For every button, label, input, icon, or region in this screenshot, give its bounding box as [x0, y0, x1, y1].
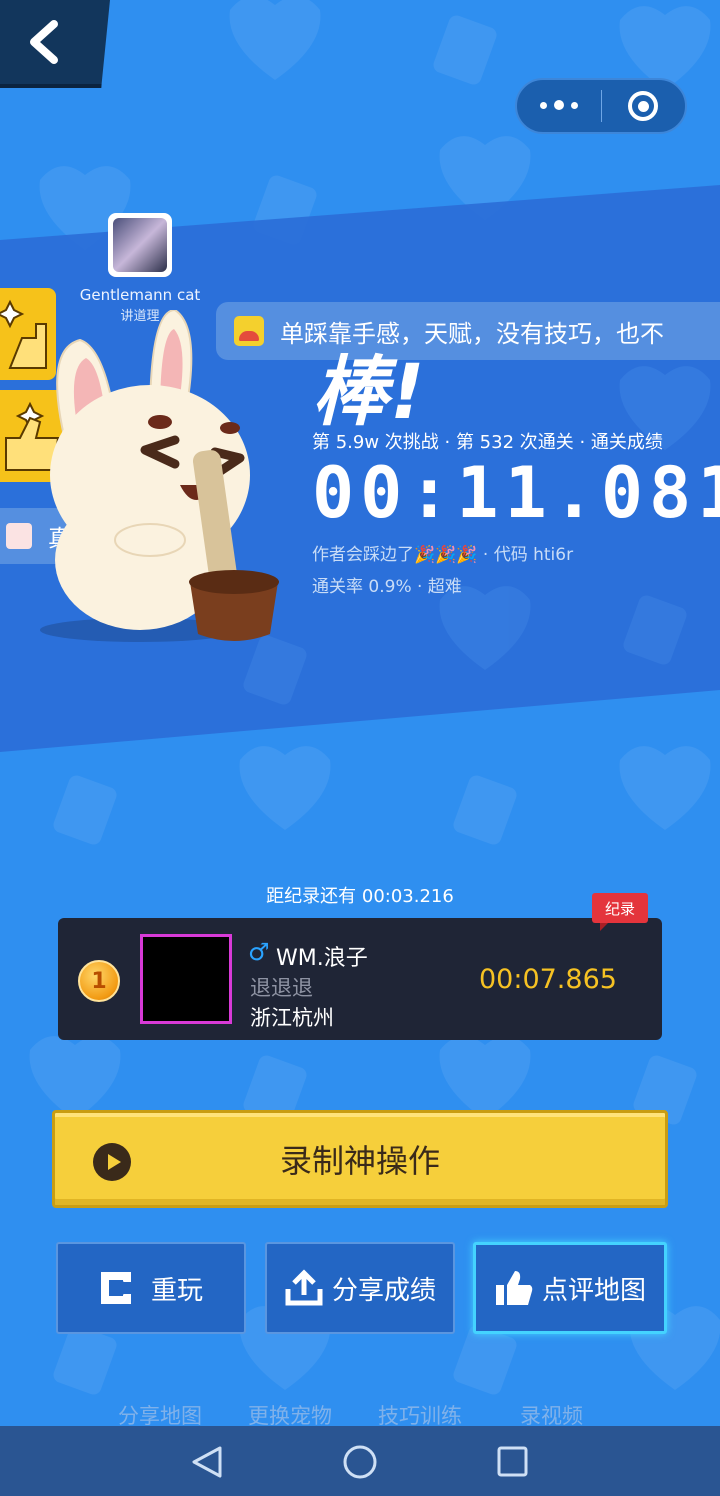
record-time: 00:07.865	[479, 964, 617, 995]
upload-icon	[285, 1269, 323, 1306]
danmaku-bubble: 单踩靠手感，天赋，没有技巧，也不	[216, 302, 720, 360]
thumbs-up-icon	[495, 1271, 533, 1305]
record-badge: 纪录	[592, 893, 648, 931]
more-button[interactable]	[517, 80, 601, 132]
rabbit-mascot	[40, 310, 279, 642]
recents-square-icon[interactable]	[497, 1446, 528, 1477]
challenge-stats: 第 5.9w 次挑战 · 第 532 次通关 · 通关成绩	[312, 432, 663, 453]
rank-medal-icon: 1	[78, 960, 120, 1002]
danmaku-avatar-2	[6, 523, 32, 549]
home-circle-icon[interactable]	[343, 1445, 377, 1479]
android-nav-bar	[0, 1426, 720, 1496]
miniprogram-capsule	[515, 78, 687, 134]
replay-label: 重玩	[150, 1275, 203, 1306]
player-avatar[interactable]	[140, 934, 232, 1024]
close-miniprogram-button[interactable]	[601, 80, 685, 132]
share-score-button[interactable]: 分享成绩	[265, 1242, 455, 1334]
review-map-button[interactable]: 点评地图	[473, 1242, 667, 1334]
play-icon	[93, 1143, 131, 1181]
male-icon: ♂	[248, 938, 270, 966]
more-dots-icon	[539, 100, 578, 111]
player-location: 浙江杭州	[250, 1006, 334, 1030]
author-avatar[interactable]	[108, 213, 172, 277]
player-signature: 退退退	[250, 976, 313, 1000]
review-map-label: 点评地图	[541, 1275, 646, 1306]
pass-rate: 通关率 0.9% · 超难	[312, 577, 462, 597]
player-name: WM.浪子	[276, 946, 368, 971]
back-triangle-icon[interactable]	[192, 1446, 222, 1478]
result-title: 棒!	[312, 347, 427, 436]
chevron-left-icon	[30, 20, 58, 64]
author-name: Gentlemann cat	[79, 286, 201, 304]
share-score-label: 分享成绩	[331, 1275, 436, 1306]
record-play-label: 录制神操作	[279, 1142, 440, 1180]
map-author-code: 作者会踩边了🎉🎉🎉 · 代码 hti6r	[312, 545, 574, 565]
record-play-button[interactable]: 录制神操作	[52, 1110, 668, 1208]
replay-button[interactable]: 重玩	[56, 1242, 246, 1334]
target-icon	[628, 91, 659, 121]
back-button[interactable]	[0, 0, 110, 88]
nav-icons	[192, 1445, 528, 1479]
record-holder-card[interactable]: 1 ♂ WM.浪子 退退退 浙江杭州 00:07.865	[58, 918, 662, 1040]
replay-icon	[100, 1272, 132, 1304]
finish-time: 00:11.081	[312, 452, 720, 534]
